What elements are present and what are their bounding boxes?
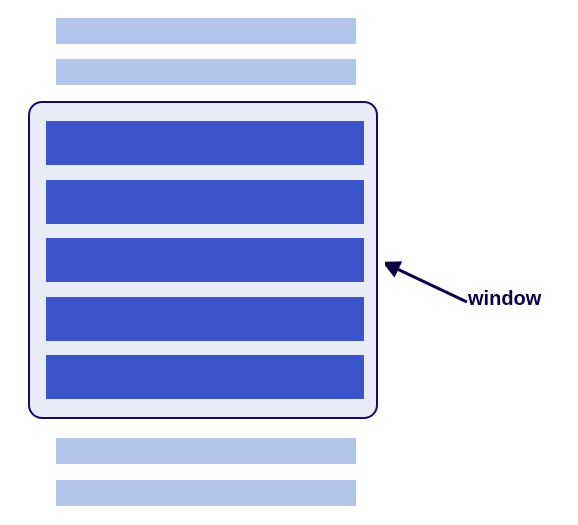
- sliding-window-diagram: window: [0, 0, 578, 525]
- context-bar-below: [56, 438, 356, 464]
- window-label: window: [468, 288, 541, 311]
- window-bar: [46, 180, 364, 224]
- context-bar-above: [56, 18, 356, 44]
- window-bar: [46, 297, 364, 341]
- window-bar: [46, 355, 364, 399]
- window-bar: [46, 121, 364, 165]
- context-bar-below: [56, 480, 356, 506]
- arrow-icon: [385, 255, 475, 315]
- window-box: [28, 101, 378, 419]
- context-bar-above: [56, 59, 356, 85]
- window-bar: [46, 238, 364, 282]
